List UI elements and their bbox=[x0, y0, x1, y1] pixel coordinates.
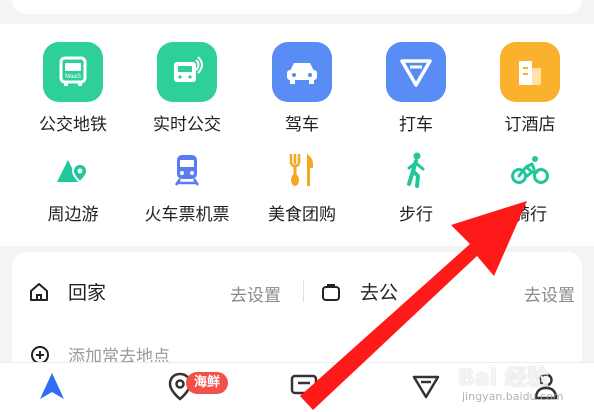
service-label: 打车 bbox=[399, 115, 433, 135]
nav-badge: 海鲜 bbox=[186, 372, 229, 394]
nav-tab-taxi[interactable] bbox=[406, 371, 446, 405]
service-drive[interactable]: 驾车 bbox=[247, 42, 357, 135]
service-label: 骑行 bbox=[513, 205, 547, 225]
svg-text:MaaS: MaaS bbox=[65, 74, 81, 80]
service-label: 实时公交 bbox=[153, 115, 221, 135]
service-train-flight[interactable]: 火车票机票 bbox=[132, 150, 242, 225]
home-row[interactable]: 回家 bbox=[28, 278, 106, 305]
mountain-pin-icon bbox=[53, 150, 93, 190]
walk-icon bbox=[396, 150, 436, 190]
train-icon bbox=[167, 150, 207, 190]
service-hotel[interactable]: 订酒店 bbox=[475, 42, 585, 135]
service-label: 步行 bbox=[399, 205, 433, 225]
service-label: 公交地铁 bbox=[39, 115, 107, 135]
food-icon bbox=[282, 150, 322, 190]
service-label: 火车票机票 bbox=[144, 205, 230, 225]
home-icon bbox=[28, 281, 50, 303]
work-row[interactable]: 去公 bbox=[320, 278, 398, 305]
watermark-logo: Bai 经验 bbox=[458, 366, 549, 391]
service-taxi[interactable]: 打车 bbox=[361, 42, 471, 135]
service-food-deals[interactable]: 美食团购 bbox=[247, 150, 357, 225]
work-label: 去公 bbox=[360, 282, 399, 304]
divider bbox=[303, 280, 304, 302]
taxi-nav-icon bbox=[411, 372, 441, 404]
hotel-icon bbox=[500, 42, 560, 102]
service-label: 美食团购 bbox=[268, 205, 336, 225]
message-icon bbox=[289, 373, 319, 403]
service-nearby-trip[interactable]: 周边游 bbox=[18, 150, 128, 225]
service-label: 订酒店 bbox=[504, 115, 556, 135]
top-card-fragment bbox=[12, 0, 582, 14]
service-bus-metro[interactable]: MaaS 公交地铁 bbox=[18, 42, 128, 135]
service-realtime-bus[interactable]: 实时公交 bbox=[132, 42, 242, 135]
service-walk[interactable]: 步行 bbox=[361, 150, 471, 225]
watermark-url: jingyan.baidu.com bbox=[462, 390, 564, 403]
home-label: 回家 bbox=[68, 282, 107, 304]
work-set-button[interactable]: 去设置 bbox=[524, 281, 575, 306]
home-set-button[interactable]: 去设置 bbox=[230, 281, 281, 306]
nav-tab-messages[interactable] bbox=[284, 371, 324, 405]
service-label: 周边游 bbox=[47, 205, 99, 225]
bus-icon: MaaS bbox=[43, 42, 103, 102]
realtime-bus-icon bbox=[157, 42, 217, 102]
services-grid: MaaS 公交地铁 实时公交 驾车 打车 订酒店 周边游 火车票机票 美食团购 … bbox=[0, 24, 594, 246]
taxi-icon bbox=[386, 42, 446, 102]
service-bike[interactable]: 骑行 bbox=[475, 150, 585, 225]
briefcase-icon bbox=[320, 281, 342, 303]
common-places-card: 回家 去设置 去公 去设置 添加常去地点 bbox=[12, 252, 582, 372]
service-label: 驾车 bbox=[285, 115, 319, 135]
car-icon bbox=[272, 42, 332, 102]
bike-icon bbox=[510, 150, 550, 190]
nav-tab-navigation[interactable] bbox=[32, 371, 72, 405]
navigation-arrow-icon bbox=[37, 371, 67, 405]
